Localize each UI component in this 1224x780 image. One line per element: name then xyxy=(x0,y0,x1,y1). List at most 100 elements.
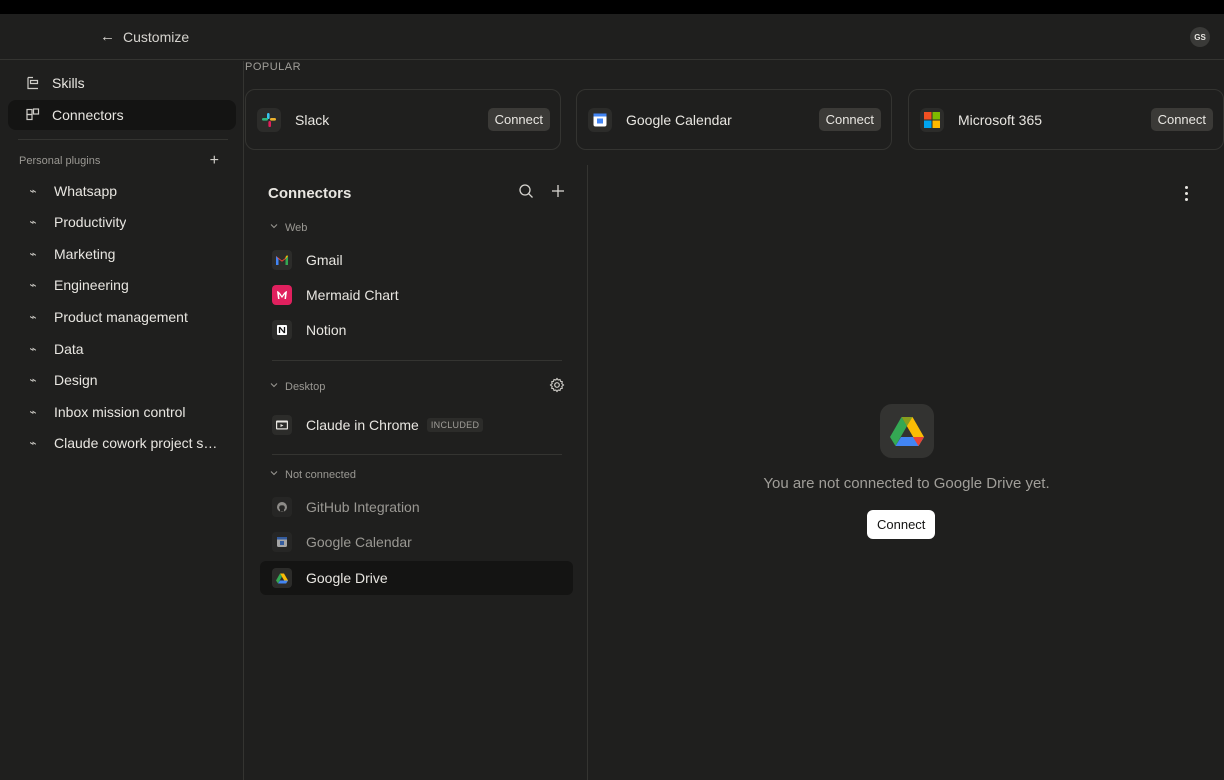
connector-item-gmail[interactable]: Gmail xyxy=(260,243,573,277)
plugin-item[interactable]: ⌁ Engineering xyxy=(26,277,226,293)
plugin-item[interactable]: ⌁ Inbox mission control xyxy=(26,404,226,420)
connector-item-claude-in-chrome[interactable]: Claude in Chrome INCLUDED xyxy=(260,408,573,442)
connector-item-mermaid-chart[interactable]: Mermaid Chart xyxy=(260,278,573,312)
plug-icon: ⌁ xyxy=(29,405,37,419)
plugin-label: Design xyxy=(54,372,98,388)
connector-item-github[interactable]: GitHub Integration xyxy=(260,490,573,524)
plug-icon: ⌁ xyxy=(29,215,37,229)
connectors-list-panel: Connectors Web Gmail Mermaid Chart Notio… xyxy=(245,165,588,780)
chevron-down-icon xyxy=(269,221,279,234)
connectors-icon xyxy=(26,108,40,122)
sidebar-item-skills[interactable]: Skills xyxy=(8,68,236,98)
connector-label: Google Drive xyxy=(306,570,388,586)
window-top-bar xyxy=(0,0,1224,14)
section-label: Web xyxy=(285,221,308,234)
skills-icon xyxy=(26,76,40,90)
gear-icon[interactable] xyxy=(549,377,565,393)
plugin-label: Whatsapp xyxy=(54,183,118,199)
popular-card-slack: Slack Connect xyxy=(245,89,561,150)
google-calendar-icon xyxy=(272,532,292,552)
sidebar-item-label: Skills xyxy=(52,75,85,91)
connector-label: Google Calendar xyxy=(306,534,412,550)
header: ← Customize GS xyxy=(0,14,1224,60)
not-connected-message: You are not connected to Google Drive ye… xyxy=(763,475,1050,492)
plug-icon: ⌁ xyxy=(29,310,37,324)
plugin-item[interactable]: ⌁ Productivity xyxy=(26,214,226,230)
connector-item-google-calendar[interactable]: Google Calendar xyxy=(260,525,573,559)
connector-item-notion[interactable]: Notion xyxy=(260,313,573,347)
arrow-left-icon: ← xyxy=(100,28,115,45)
popular-card-name: Microsoft 365 xyxy=(958,111,1043,128)
popular-card-name: Slack xyxy=(295,111,330,128)
plugins-header: Personal plugins + xyxy=(19,152,219,170)
plugin-item[interactable]: ⌁ Design xyxy=(26,372,226,388)
plugin-label: Claude cowork project s… xyxy=(54,435,218,451)
connect-google-calendar-button[interactable]: Connect xyxy=(818,108,881,131)
included-badge: INCLUDED xyxy=(426,418,484,432)
plugin-item[interactable]: ⌁ Whatsapp xyxy=(26,183,226,199)
connector-item-google-drive[interactable]: Google Drive xyxy=(260,561,573,595)
sidebar-item-label: Connectors xyxy=(52,107,124,123)
plug-icon: ⌁ xyxy=(29,247,37,261)
plugin-label: Data xyxy=(54,341,84,357)
connect-microsoft-365-button[interactable]: Connect xyxy=(1150,108,1213,131)
chevron-down-icon xyxy=(269,380,279,393)
microsoft-365-icon xyxy=(920,107,944,132)
connector-label: GitHub Integration xyxy=(306,499,420,515)
plug-icon: ⌁ xyxy=(29,436,37,450)
connectors-title: Connectors xyxy=(268,185,352,202)
avatar[interactable]: GS xyxy=(1190,27,1210,47)
plug-icon: ⌁ xyxy=(29,184,37,198)
connect-slack-button[interactable]: Connect xyxy=(487,108,550,131)
connector-label: Gmail xyxy=(306,252,343,268)
google-drive-icon xyxy=(880,404,934,458)
search-icon[interactable] xyxy=(517,182,535,200)
connector-detail-panel: You are not connected to Google Drive ye… xyxy=(589,165,1224,780)
section-web-toggle[interactable]: Web xyxy=(269,221,307,234)
plugin-label: Marketing xyxy=(54,246,116,262)
plugin-label: Product management xyxy=(54,309,188,325)
connector-label: Mermaid Chart xyxy=(306,287,399,303)
section-not-connected-toggle[interactable]: Not connected xyxy=(269,468,356,481)
plugin-item[interactable]: ⌁ Claude cowork project s… xyxy=(26,435,226,451)
popular-card-name: Google Calendar xyxy=(626,111,732,128)
gmail-icon xyxy=(272,250,292,270)
plugin-item[interactable]: ⌁ Product management xyxy=(26,309,226,325)
connect-button[interactable]: Connect xyxy=(867,510,936,539)
slack-icon xyxy=(257,107,281,132)
section-divider xyxy=(272,360,562,361)
sidebar: Skills Connectors Personal plugins + ⌁ Wh… xyxy=(0,61,244,780)
sidebar-item-connectors[interactable]: Connectors xyxy=(8,100,236,130)
mermaid-chart-icon xyxy=(272,285,292,305)
claude-in-chrome-icon xyxy=(272,415,292,435)
popular-label: POPULAR xyxy=(245,61,302,73)
popular-card-microsoft-365: Microsoft 365 Connect xyxy=(908,89,1224,150)
back-button[interactable]: ← Customize xyxy=(100,28,189,45)
notion-icon xyxy=(272,320,292,340)
github-icon xyxy=(272,497,292,517)
plugin-label: Engineering xyxy=(54,277,129,293)
plug-icon: ⌁ xyxy=(29,373,37,387)
popular-card-google-calendar: Google Calendar Connect xyxy=(576,89,892,150)
plug-icon: ⌁ xyxy=(29,342,37,356)
list-toolbar xyxy=(517,182,567,200)
section-divider xyxy=(272,454,562,455)
plugins-title: Personal plugins xyxy=(19,155,101,167)
section-label: Not connected xyxy=(285,468,356,481)
plugin-item[interactable]: ⌁ Data xyxy=(26,341,226,357)
chevron-down-icon xyxy=(269,468,279,481)
add-connector-button[interactable] xyxy=(549,182,567,200)
section-label: Desktop xyxy=(285,380,326,393)
google-drive-icon xyxy=(272,568,292,588)
section-desktop-toggle[interactable]: Desktop xyxy=(269,380,325,393)
plug-icon: ⌁ xyxy=(29,278,37,292)
connector-label: Notion xyxy=(306,322,347,338)
google-calendar-icon xyxy=(588,107,612,132)
sidebar-divider xyxy=(18,139,228,140)
back-label: Customize xyxy=(123,28,190,45)
add-plugin-button[interactable]: + xyxy=(210,152,219,170)
plugin-item[interactable]: ⌁ Marketing xyxy=(26,246,226,262)
plugin-label: Inbox mission control xyxy=(54,404,186,420)
connector-label: Claude in Chrome xyxy=(306,417,419,433)
more-options-icon[interactable] xyxy=(1178,183,1194,203)
